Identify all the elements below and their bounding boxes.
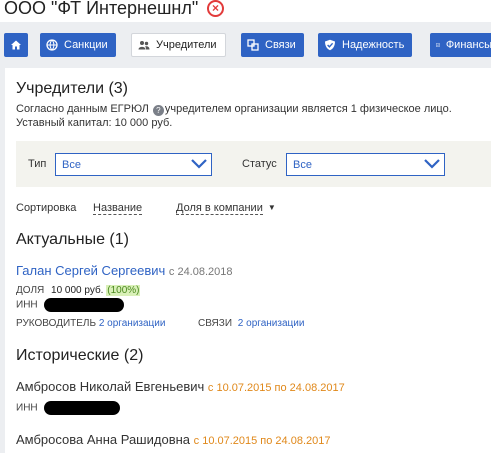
status-filter-select[interactable]: Все [286,153,445,176]
share-percent: (100%) [106,285,141,296]
close-icon[interactable]: × [207,0,224,17]
chevron-down-icon [191,159,207,169]
historical-founder-name[interactable]: Амбросова Анна Рашидовна [16,432,190,447]
founder-name-link[interactable]: Галан Сергей Сергеевич [16,263,165,278]
chevron-down-icon [424,159,440,169]
home-icon [11,40,21,50]
shield-icon [325,39,335,51]
founders-panel: Учредители (3) Согласно данным ЕГРЮЛ ? уч… [5,68,491,453]
tab-links-label: Связи [265,39,296,51]
tab-founders[interactable]: Учредители [131,33,226,57]
director-orgs-link[interactable]: 2 организации [99,318,166,329]
historical-inn-label: ИНН [16,402,38,414]
current-founder: Галан Сергей Сергеевич с 24.08.2018 [16,263,233,278]
chart-icon [436,43,440,47]
home-button[interactable] [4,33,28,57]
type-filter-label: Тип [28,158,47,170]
capital-text: Уставный капитал: 10 000 руб. [16,117,173,129]
sort-label: Сортировка [16,202,77,214]
filter-bar: Тип Все Статус Все [16,141,491,187]
type-filter-value: Все [62,159,81,171]
egrul-note-suffix: учредителем организации является 1 физич… [164,103,452,115]
inn-row: ИНН [16,298,125,312]
company-title: ООО "ФТ Интернешнл" [4,0,199,18]
tab-links[interactable]: Связи [241,33,304,57]
founders-title: Учредители (3) [16,80,129,97]
title-bar: ООО "ФТ Интернешнл" × [0,0,491,22]
tab-reliability[interactable]: Надежность [318,33,413,57]
inn-redacted [44,298,125,312]
founder-since: с 24.08.2018 [168,266,233,278]
inn-label: ИНН [16,299,38,311]
sort-by-name[interactable]: Название [93,202,143,215]
share-label: ДОЛЯ [16,285,45,296]
links-row: СВЯЗИ 2 организации [198,318,304,329]
links-orgs-link[interactable]: 2 организации [238,318,305,329]
share-value: 10 000 руб. [51,285,104,296]
tab-finance[interactable]: Финансы [430,33,491,57]
share-row: ДОЛЯ 10 000 руб. (100%) [16,285,141,296]
historical-founder-period: с 10.07.2015 по 24.08.2017 [193,435,331,447]
sort-by-share-label: Доля в компании [176,202,263,215]
director-label: РУКОВОДИТЕЛЬ [16,318,97,329]
tab-reliability-label: Надежность [342,39,405,51]
historical-founders-title: Исторические (2) [16,347,144,364]
tab-sanctions-label: Санкции [64,39,108,51]
current-founders-title: Актуальные (1) [16,231,129,248]
section-nav: Санкции Учредители Связи Надежность Фина… [0,30,491,62]
historical-founder-2: Амбросова Анна Рашидовна с 10.07.2015 по… [16,432,331,447]
links-label: СВЯЗИ [198,318,233,329]
status-filter-label: Статус [242,158,277,170]
tab-founders-label: Учредители [156,39,217,51]
egrul-note: Согласно данным ЕГРЮЛ ? учредителем орган… [16,103,452,116]
sort-by-share[interactable]: Доля в компании ▼ [176,202,276,215]
links-icon [247,39,259,51]
status-filter-value: Все [293,159,312,171]
people-icon [138,41,150,50]
director-row: РУКОВОДИТЕЛЬ 2 организации [16,318,165,329]
caret-down-icon: ▼ [267,203,276,212]
historical-founder-name[interactable]: Амбросов Николай Евгеньевич [16,379,204,394]
help-icon[interactable]: ? [152,105,164,116]
historical-founder-period: с 10.07.2015 по 24.08.2017 [207,382,345,394]
tab-finance-label: Финансы [445,39,491,51]
historical-inn-row: ИНН [16,401,121,415]
sort-row: Сортировка Название Доля в компании ▼ [16,202,276,215]
historical-inn-redacted [44,401,121,415]
tab-sanctions[interactable]: Санкции [40,33,116,57]
egrul-note-prefix: Согласно данным ЕГРЮЛ [16,103,149,115]
historical-founder-1: Амбросов Николай Евгеньевич с 10.07.2015… [16,379,345,394]
type-filter-select[interactable]: Все [55,153,212,176]
globe-icon [46,39,58,51]
